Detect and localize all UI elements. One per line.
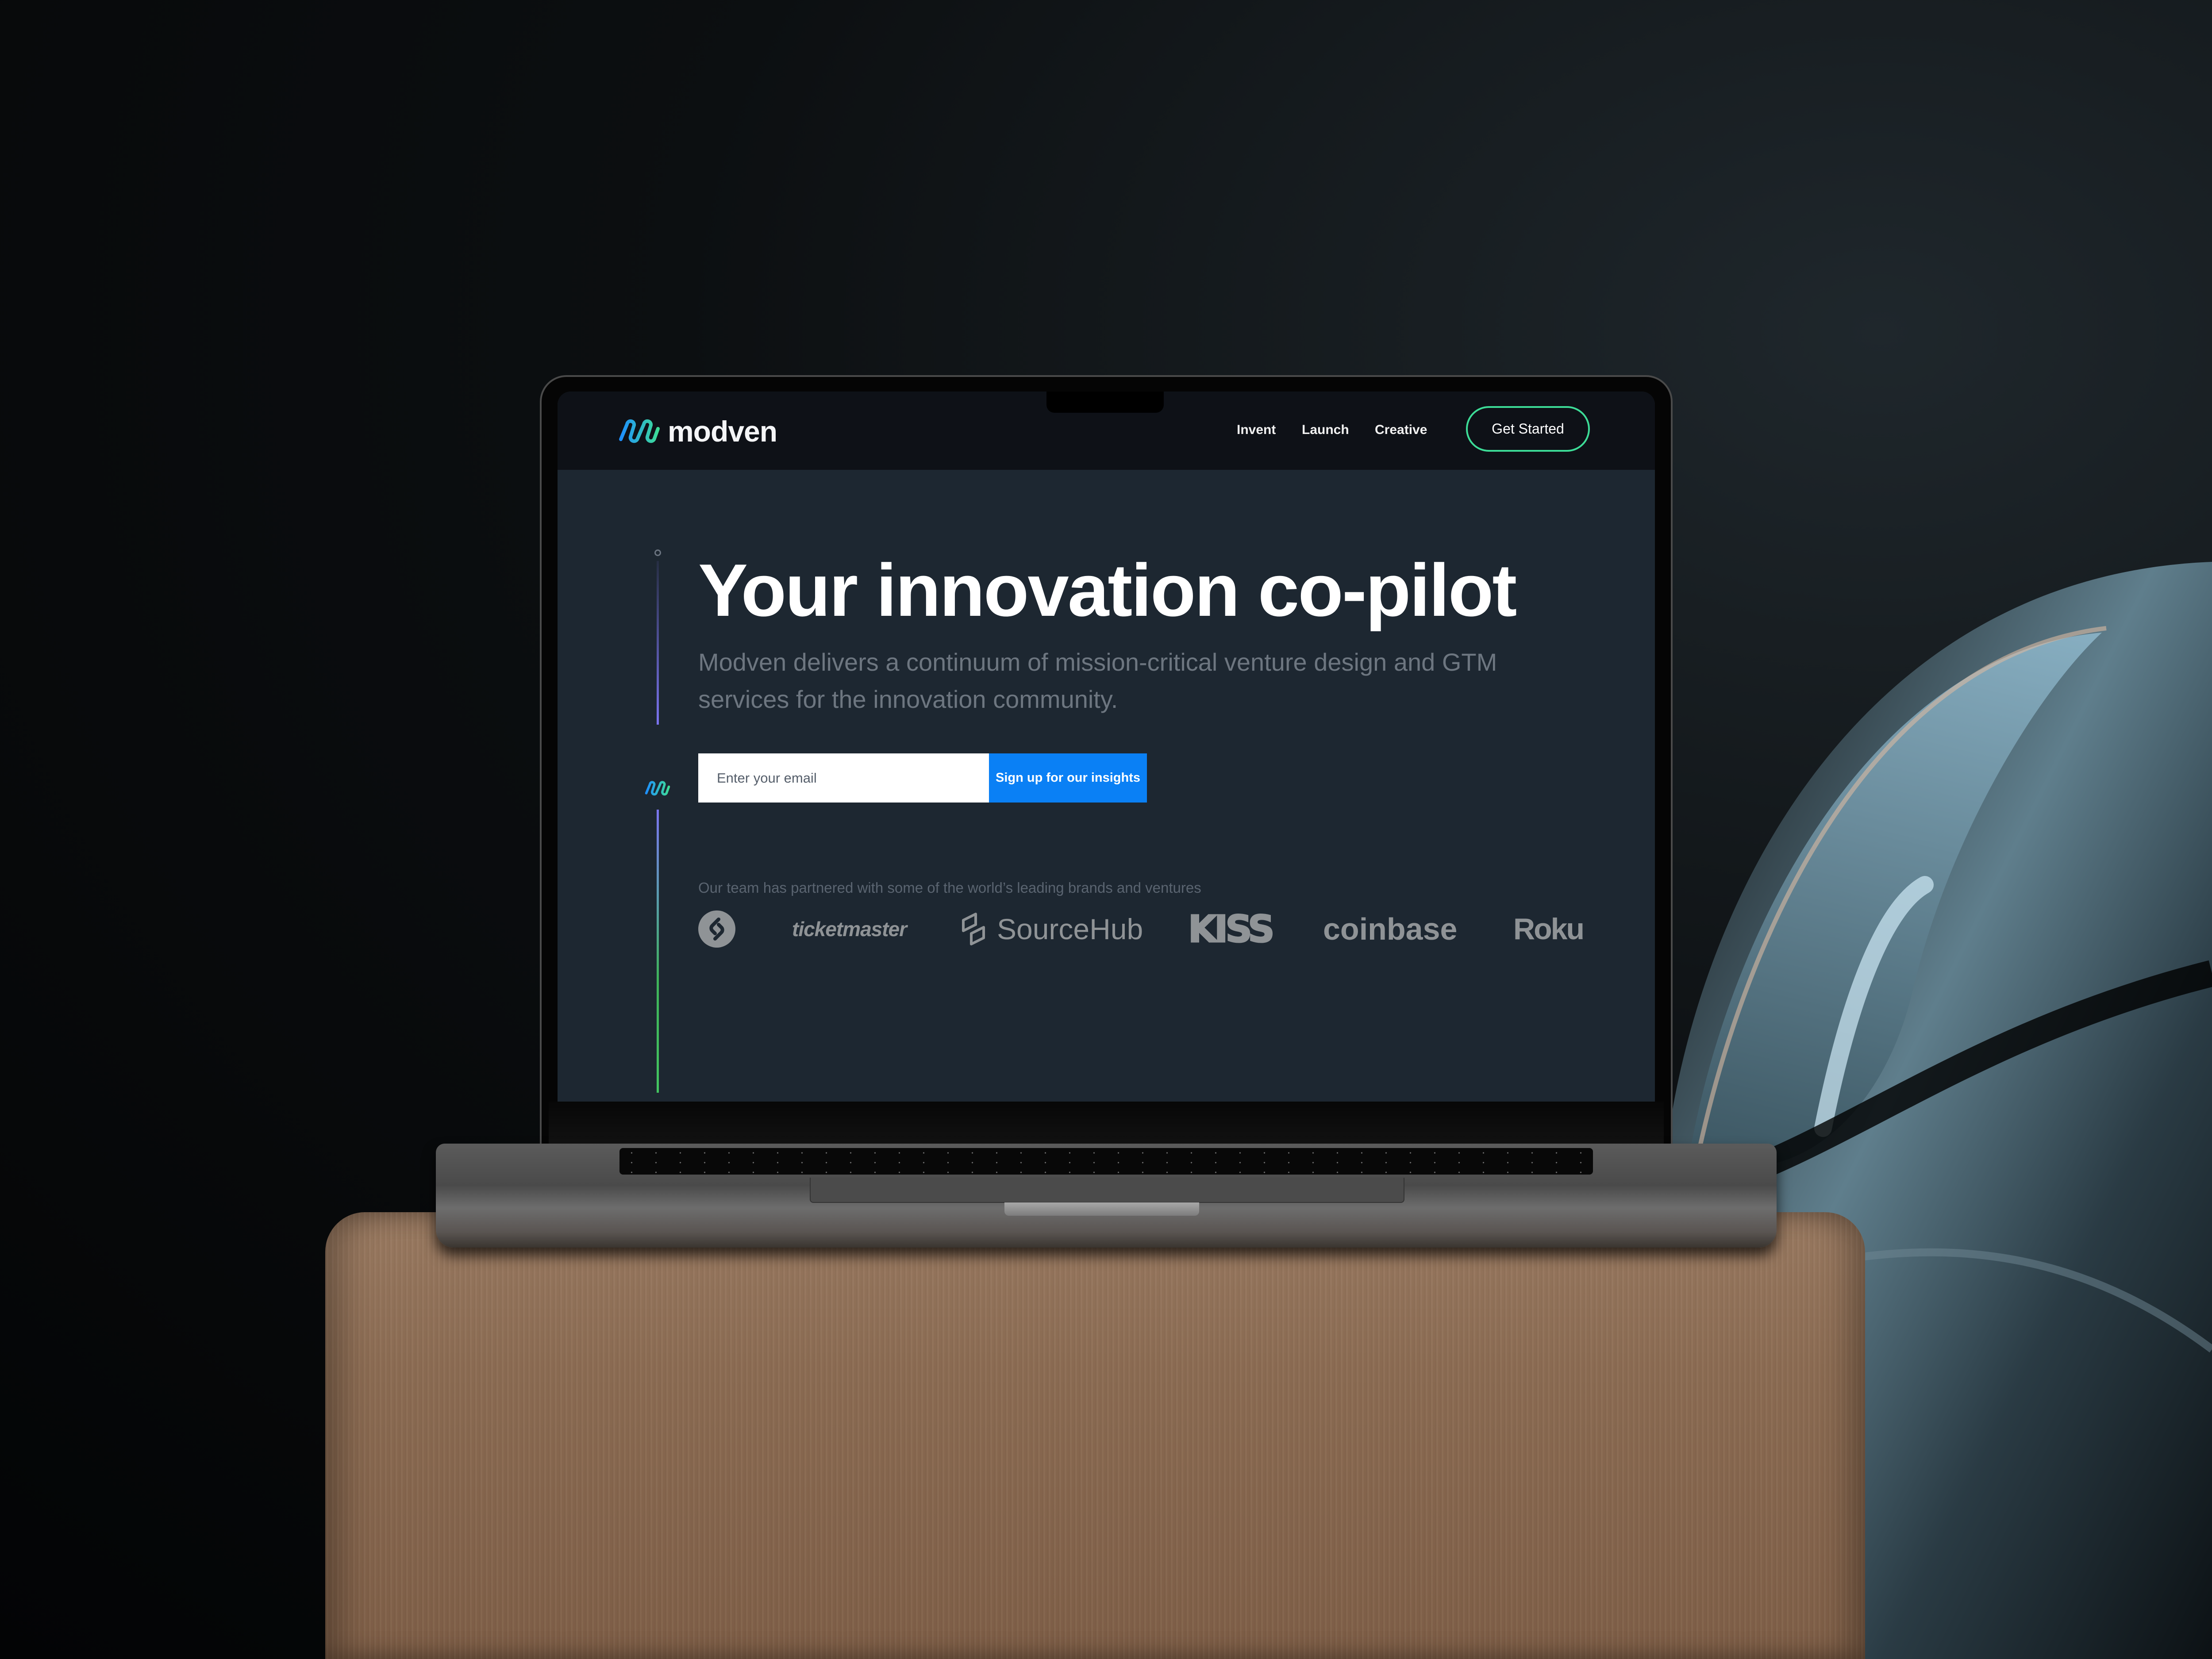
partner-logo-ticketmaster: ticketmaster [792,918,907,941]
modven-link-icon [619,419,660,443]
nav-link-invent[interactable]: Invent [1237,422,1276,438]
partner-logo-shazam [698,909,735,949]
email-input[interactable] [698,753,989,803]
shazam-logo-icon [698,910,735,948]
nav-link-creative[interactable]: Creative [1375,422,1427,438]
timeline-start-dot [654,549,661,556]
sourcehub-logo-icon [962,913,985,945]
partner-logo-roku: Roku [1513,912,1585,946]
hero-subtitle: Modven delivers a continuum of mission-c… [698,648,1497,713]
partners-label: Our team has partnered with some of the … [698,879,1201,896]
nav-link-launch[interactable]: Launch [1302,422,1349,438]
timeline-line-lower [657,810,659,1093]
sourcehub-wordmark: SourceHub [997,913,1143,945]
laptop-screen-webpage: modven Invent Launch Creative Get Starte… [558,392,1655,1102]
get-started-button[interactable]: Get Started [1466,406,1590,452]
partner-logo-kiss: KISS [1188,907,1276,952]
camera-notch [1046,392,1164,413]
partner-logo-coinbase: coinbase [1323,912,1458,946]
hero-title: Your innovation co-pilot [698,549,1517,632]
laptop-hinge [549,1102,1664,1146]
brand-name: modven [668,415,777,448]
laptop-keyboard [619,1148,1593,1175]
laptop-opening-lip [1004,1202,1199,1216]
laptop-trackpad [810,1178,1404,1203]
timeline-line-upper [657,561,659,725]
wooden-pedestal [325,1212,1865,1659]
signup-button[interactable]: Sign up for our insights [989,753,1147,803]
brand-logo[interactable]: modven [617,415,777,448]
partner-logo-sourcehub: SourceHub [958,909,1143,949]
modven-link-icon [645,781,670,796]
